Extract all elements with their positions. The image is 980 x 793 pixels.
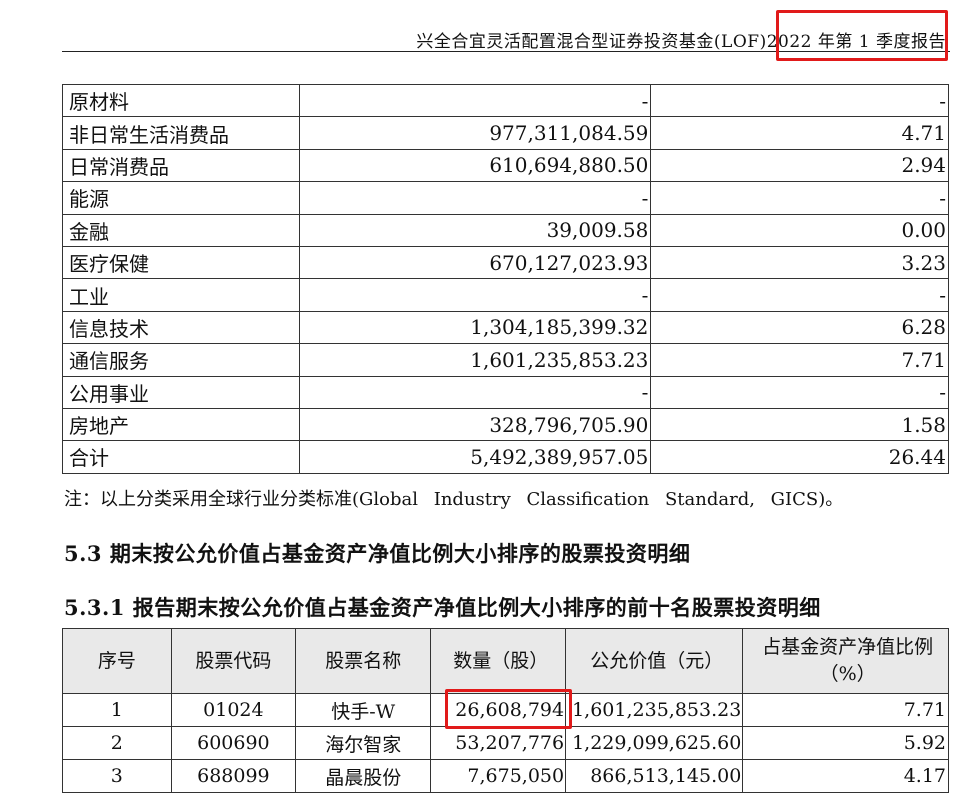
- table-row: 公用事业 - -: [62, 375, 949, 409]
- stock-name: 海尔智家: [295, 726, 432, 760]
- industry-value: 977,311,084.59: [298, 116, 652, 150]
- table-row: 3 688099 晶晨股份 7,675,050 866,513,145.00 4…: [62, 759, 949, 793]
- table-row: 工业 - -: [62, 278, 949, 312]
- industry-ratio: 0.00: [650, 213, 949, 247]
- stock-fair-value: 1,601,235,853.23: [565, 693, 744, 727]
- header-ratio-line2: （%）: [819, 663, 876, 685]
- industry-value: 1,304,185,399.32: [298, 310, 652, 345]
- industry-ratio: 2.94: [650, 148, 949, 183]
- table-row: 房地产 328,796,705.90 1.58: [62, 407, 949, 442]
- stock-code: 688099: [170, 759, 297, 793]
- industry-name: 工业: [62, 278, 300, 312]
- stock-name: 快手-W: [295, 693, 432, 727]
- table-row: 金融 39,009.58 0.00: [62, 213, 949, 247]
- table-row-total: 合计 5,492,389,957.05 26.44: [62, 440, 949, 474]
- highlight-box-quantity: [445, 689, 572, 729]
- industry-ratio: 26.44: [650, 440, 949, 474]
- table-row: 通信服务 1,601,235,853.23 7.71: [62, 343, 949, 377]
- industry-name: 信息技术: [62, 310, 300, 345]
- industry-ratio: -: [650, 278, 949, 312]
- header-fair-value: 公允价值（元）: [565, 628, 744, 694]
- table-row: 2 600690 海尔智家 53,207,776 1,229,099,625.6…: [62, 726, 949, 760]
- industry-ratio: 3.23: [650, 245, 949, 280]
- industry-name: 通信服务: [62, 343, 300, 377]
- header-ratio-line1: 占基金资产净值比例: [762, 636, 934, 658]
- industry-name: 金融: [62, 213, 300, 247]
- industry-name: 合计: [62, 440, 300, 474]
- table-row: 能源 - -: [62, 181, 949, 215]
- industry-value: -: [298, 83, 652, 118]
- section-heading-5-3: 5.3 期末按公允价值占基金资产净值比例大小排序的股票投资明细: [64, 541, 691, 566]
- stock-fair-value: 866,513,145.00: [565, 759, 744, 793]
- industry-name: 公用事业: [62, 375, 300, 409]
- highlight-box-report-period: [776, 10, 948, 61]
- industry-name: 非日常生活消费品: [62, 116, 300, 150]
- table-row: 信息技术 1,304,185,399.32 6.28: [62, 310, 949, 345]
- stock-code: 01024: [170, 693, 297, 727]
- industry-value: 5,492,389,957.05: [298, 440, 652, 474]
- industry-ratio: -: [650, 181, 949, 215]
- stock-ratio: 5.92: [742, 726, 949, 760]
- stock-index: 3: [62, 759, 172, 793]
- header-index: 序号: [62, 628, 172, 694]
- header-code: 股票代码: [170, 628, 297, 694]
- classification-note: 注：以上分类采用全球行业分类标准(Global Industry Classif…: [64, 489, 844, 510]
- stock-index: 2: [62, 726, 172, 760]
- stock-quantity: 53,207,776: [430, 726, 567, 760]
- table-row: 非日常生活消费品 977,311,084.59 4.71: [62, 116, 949, 150]
- header-name: 股票名称: [295, 628, 432, 694]
- industry-value: 328,796,705.90: [298, 407, 652, 442]
- industry-name: 能源: [62, 181, 300, 215]
- industry-ratio: 7.71: [650, 343, 949, 377]
- table-header-row: 序号 股票代码 股票名称 数量（股） 公允价值（元） 占基金资产净值比例 （%）: [62, 628, 949, 694]
- stock-fair-value: 1,229,099,625.60: [565, 726, 744, 760]
- industry-name: 原材料: [62, 83, 300, 118]
- industry-value: -: [298, 181, 652, 215]
- industry-value: 610,694,880.50: [298, 148, 652, 183]
- industry-name: 日常消费品: [62, 148, 300, 183]
- industry-ratio: 1.58: [650, 407, 949, 442]
- industry-ratio: -: [650, 83, 949, 118]
- industry-name: 房地产: [62, 407, 300, 442]
- stock-ratio: 7.71: [742, 693, 949, 727]
- stock-index: 1: [62, 693, 172, 727]
- section-heading-5-3-1: 5.3.1 报告期末按公允价值占基金资产净值比例大小排序的前十名股票投资明细: [64, 595, 821, 620]
- industry-value: 1,601,235,853.23: [298, 343, 652, 377]
- industry-name: 医疗保健: [62, 245, 300, 280]
- industry-ratio: 6.28: [650, 310, 949, 345]
- industry-ratio: 4.71: [650, 116, 949, 150]
- industry-value: 39,009.58: [298, 213, 652, 247]
- industry-ratio: -: [650, 375, 949, 409]
- table-row: 日常消费品 610,694,880.50 2.94: [62, 148, 949, 183]
- table-row: 原材料 - -: [62, 83, 949, 118]
- table-row: 医疗保健 670,127,023.93 3.23: [62, 245, 949, 280]
- stock-name: 晶晨股份: [295, 759, 432, 793]
- header-ratio: 占基金资产净值比例 （%）: [742, 628, 949, 694]
- stock-quantity: 7,675,050: [430, 759, 567, 793]
- industry-value: -: [298, 278, 652, 312]
- industry-value: -: [298, 375, 652, 409]
- header-quantity: 数量（股）: [430, 628, 567, 694]
- stock-code: 600690: [170, 726, 297, 760]
- industry-value: 670,127,023.93: [298, 245, 652, 280]
- industry-allocation-table: 原材料 - - 非日常生活消费品 977,311,084.59 4.71 日常消…: [62, 83, 949, 474]
- stock-ratio: 4.17: [742, 759, 949, 793]
